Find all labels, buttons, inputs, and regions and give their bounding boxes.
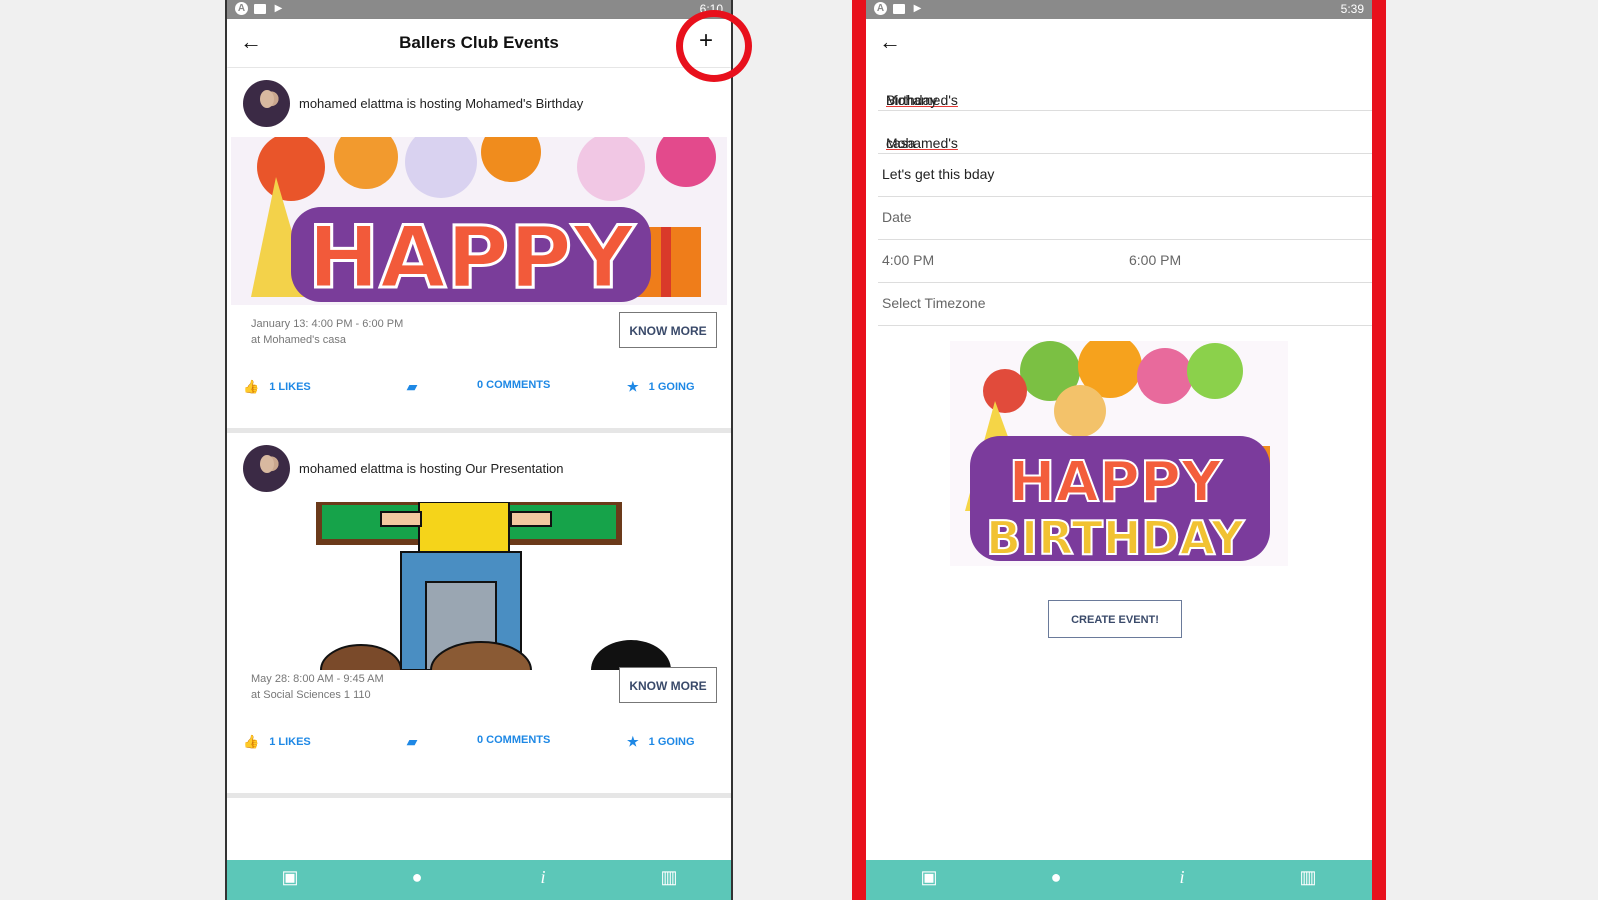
event-image[interactable]: HAPPY BIRTHDAY xyxy=(950,341,1288,566)
image-caption-bottom: BIRTHDAY xyxy=(986,511,1245,565)
going-count: 1 GOING xyxy=(648,736,695,748)
back-arrow-icon[interactable]: ← xyxy=(876,29,904,57)
play-store-icon: ▶ xyxy=(274,3,283,14)
end-time-field[interactable]: 6:00 PM xyxy=(1129,252,1181,268)
event-host: mohamed elattma is hosting Our Presentat… xyxy=(243,445,563,492)
event-actions: 👍 1 LIKES ▰ 0 COMMENTS ★ 1 GOING xyxy=(227,379,731,399)
comments-link[interactable]: 0 COMMENTS xyxy=(477,734,550,746)
event-datetime: May 28: 8:00 AM - 9:45 AM at Social Scie… xyxy=(251,671,384,703)
chat-icon[interactable]: ● xyxy=(397,867,437,893)
comment-icon: ▰ xyxy=(407,379,417,394)
notification-icon xyxy=(893,4,905,14)
play-store-icon: ▶ xyxy=(913,3,922,14)
create-event-button[interactable]: CREATE EVENT! xyxy=(1048,600,1182,638)
status-bar: A ▶ 6:10 xyxy=(227,0,731,19)
star-icon: ★ xyxy=(627,379,639,394)
avatar[interactable] xyxy=(243,80,290,127)
comments-count: 0 COMMENTS xyxy=(477,734,551,746)
know-more-button[interactable]: KNOW MORE xyxy=(619,312,717,348)
event-location-field[interactable]: Mohamed's casa xyxy=(878,111,1372,154)
timezone-select[interactable]: Select Timezone xyxy=(878,283,1372,326)
host-text: mohamed elattma is hosting Mohamed's Bir… xyxy=(299,96,584,111)
thumbs-up-icon: 👍 xyxy=(243,734,260,749)
name-part: Birthday xyxy=(886,92,938,108)
event-description-field[interactable]: Let's get this bday xyxy=(878,154,1372,197)
date-placeholder: Date xyxy=(882,209,912,225)
know-more-button[interactable]: KNOW MORE xyxy=(619,667,717,703)
bar-chart-icon[interactable]: ▥ xyxy=(1288,867,1328,893)
avatar[interactable] xyxy=(243,445,290,492)
create-event-screen: A ▶ 5:39 ← Mohamed's Birthday Mohamed's … xyxy=(866,0,1372,900)
bar-chart-icon[interactable]: ▥ xyxy=(649,867,689,893)
image-caption-top: HAPPY xyxy=(1009,450,1223,515)
event-name-field[interactable]: Mohamed's Birthday xyxy=(878,68,1372,111)
event-card: mohamed elattma is hosting Mohamed's Bir… xyxy=(227,68,731,433)
chat-icon[interactable]: ● xyxy=(1036,867,1076,893)
comment-icon: ▰ xyxy=(407,734,417,749)
host-text: mohamed elattma is hosting Our Presentat… xyxy=(299,461,564,476)
notification-icon xyxy=(254,4,266,14)
add-button-highlight xyxy=(676,10,752,82)
time-range-row: 4:00 PM 6:00 PM xyxy=(878,240,1372,283)
image-caption: HAPPY xyxy=(308,208,637,305)
like-button[interactable]: 👍 1 LIKES xyxy=(243,734,311,750)
event-image[interactable] xyxy=(231,502,727,670)
thumbs-up-icon: 👍 xyxy=(243,379,260,394)
likes-count: 1 LIKES xyxy=(269,381,311,393)
calendar-icon[interactable]: ▣ xyxy=(270,867,310,893)
app-bar: ← Ballers Club Events + xyxy=(227,19,731,67)
star-icon: ★ xyxy=(627,734,639,749)
event-actions: 👍 1 LIKES ▰ 0 COMMENTS ★ 1 GOING xyxy=(227,734,731,754)
status-time: 5:39 xyxy=(1340,2,1364,16)
event-host: mohamed elattma is hosting Mohamed's Bir… xyxy=(243,80,583,127)
comment-icon-button[interactable]: ▰ xyxy=(407,734,417,750)
event-date: May 28: 8:00 AM - 9:45 AM xyxy=(251,673,384,685)
event-image[interactable]: HAPPY xyxy=(231,137,727,305)
location-part: casa xyxy=(886,135,916,151)
event-date: January 13: 4:00 PM - 6:00 PM xyxy=(251,318,404,330)
event-location: at Mohamed's casa xyxy=(251,334,347,346)
events-list-screen: A ▶ 6:10 ← Ballers Club Events + mohamed… xyxy=(225,0,733,900)
date-field[interactable]: Date xyxy=(878,197,1372,240)
going-count: 1 GOING xyxy=(648,381,695,393)
event-datetime: January 13: 4:00 PM - 6:00 PM at Mohamed… xyxy=(251,316,403,348)
going-button[interactable]: ★ 1 GOING xyxy=(627,379,695,395)
bottom-nav: ▣ ● i ▥ xyxy=(866,860,1372,900)
comment-icon-button[interactable]: ▰ xyxy=(407,379,417,395)
event-location: at Social Sciences 1 110 xyxy=(251,689,371,701)
page-title: Ballers Club Events xyxy=(399,33,559,52)
info-icon[interactable]: i xyxy=(1162,867,1202,893)
description-text: Let's get this bday xyxy=(882,166,995,182)
likes-count: 1 LIKES xyxy=(269,736,311,748)
comments-count: 0 COMMENTS xyxy=(477,379,551,391)
android-icon: A xyxy=(235,2,248,15)
bottom-nav: ▣ ● i ▥ xyxy=(227,860,731,900)
start-time-field[interactable]: 4:00 PM xyxy=(882,252,934,268)
android-icon: A xyxy=(874,2,887,15)
app-bar: ← xyxy=(866,19,1372,67)
info-icon[interactable]: i xyxy=(523,867,563,893)
event-card: mohamed elattma is hosting Our Presentat… xyxy=(227,433,731,798)
timezone-placeholder: Select Timezone xyxy=(882,295,986,311)
comments-link[interactable]: 0 COMMENTS xyxy=(477,379,550,391)
status-bar: A ▶ 5:39 xyxy=(866,0,1372,19)
calendar-icon[interactable]: ▣ xyxy=(909,867,949,893)
going-button[interactable]: ★ 1 GOING xyxy=(627,734,695,750)
like-button[interactable]: 👍 1 LIKES xyxy=(243,379,311,395)
